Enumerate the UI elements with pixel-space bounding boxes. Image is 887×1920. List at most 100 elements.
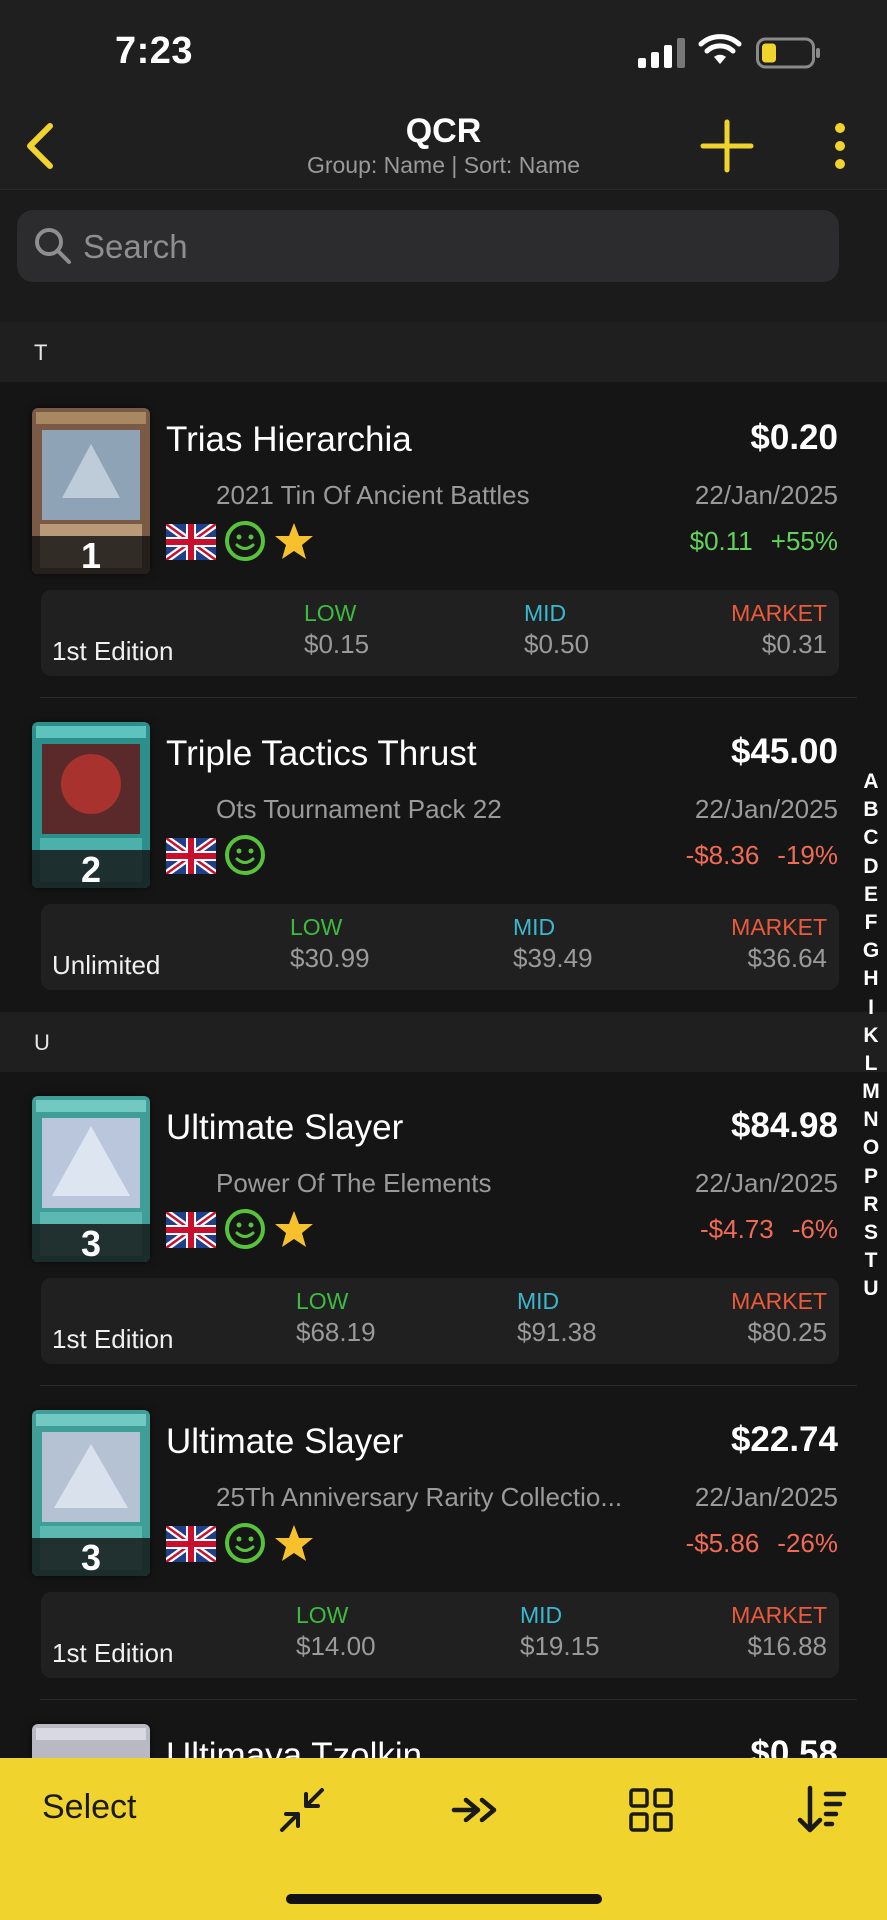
price-change-amount: $0.11 <box>689 526 753 556</box>
card-price: $84.98 <box>730 1106 838 1145</box>
index-letter[interactable]: G <box>858 939 884 967</box>
collapse-icon[interactable] <box>274 1782 330 1838</box>
card-name: Ultimate Slayer <box>166 1422 404 1461</box>
index-letter[interactable]: U <box>858 1277 884 1305</box>
market-label: MARKET <box>731 1602 827 1628</box>
low-label: LOW <box>290 914 343 940</box>
index-letter[interactable]: L <box>858 1052 884 1080</box>
mid-price: MID $91.38 <box>517 1288 597 1348</box>
price-change: $0.11 +55% <box>672 526 838 557</box>
search-area: Search <box>0 190 887 322</box>
condition-smiley-icon <box>225 1523 265 1563</box>
card-row[interactable]: 2 Triple Tactics Thrust $45.00 Ots Tourn… <box>0 698 887 1012</box>
market-value: $36.64 <box>747 943 827 973</box>
uk-flag-icon <box>166 524 216 560</box>
index-letter[interactable]: K <box>858 1024 884 1052</box>
card-set: Power Of The Elements <box>216 1168 492 1198</box>
price-change-percent: -6% <box>791 1214 838 1244</box>
uk-flag-icon <box>166 1212 216 1248</box>
price-change-percent: -19% <box>777 840 838 870</box>
index-letter[interactable]: O <box>858 1136 884 1164</box>
card-thumbnail: 1 <box>32 408 150 574</box>
quantity-badge: 1 <box>32 536 150 574</box>
section-header-t: T <box>0 322 887 382</box>
card-row[interactable]: 3 Ultimate Slayer $84.98 Power Of The El… <box>0 1072 887 1386</box>
price-change-percent: -26% <box>777 1528 838 1558</box>
bottom-toolbar: Select <box>0 1758 887 1920</box>
more-vertical-icon[interactable] <box>820 120 860 172</box>
edition-label: 1st Edition <box>52 1638 174 1668</box>
mid-price: MID $39.49 <box>513 914 593 974</box>
price-summary: Unlimited LOW $30.99 MID $39.49 MARKET $… <box>41 904 839 990</box>
wifi-icon <box>698 34 742 64</box>
market-label: MARKET <box>731 1288 827 1314</box>
market-label: MARKET <box>731 914 827 940</box>
market-value: $0.31 <box>761 629 827 659</box>
card-row[interactable]: 1 Trias Hierarchia $0.20 2021 Tin Of Anc… <box>0 384 887 698</box>
section-letter: U <box>34 1030 50 1055</box>
select-button[interactable]: Select <box>42 1788 137 1827</box>
grid-view-icon[interactable] <box>623 1782 679 1838</box>
mid-label: MID <box>517 1288 560 1314</box>
favorite-star-icon <box>275 523 313 559</box>
mid-price: MID $19.15 <box>520 1602 600 1662</box>
card-row[interactable]: 3 Ultimate Slayer $22.74 25Th Anniversar… <box>0 1386 887 1700</box>
card-date: 22/Jan/2025 <box>694 1482 838 1512</box>
favorite-star-icon <box>275 1211 313 1247</box>
search-icon <box>35 228 71 264</box>
index-letter[interactable]: D <box>858 855 884 883</box>
index-letter[interactable]: H <box>858 967 884 995</box>
low-value: $68.19 <box>296 1317 376 1347</box>
mid-price: MID $0.50 <box>524 600 589 660</box>
mid-value: $91.38 <box>517 1317 597 1347</box>
card-price: $45.00 <box>730 732 838 771</box>
index-letter[interactable]: A <box>858 770 884 798</box>
market-price: MARKET $0.31 <box>731 600 827 660</box>
index-letter[interactable]: F <box>858 911 884 939</box>
index-letter[interactable]: I <box>858 996 884 1024</box>
navigation-bar: QCR Group: Name | Sort: Name <box>0 106 887 190</box>
condition-smiley-icon <box>225 1209 265 1249</box>
index-letter[interactable]: M <box>858 1080 884 1108</box>
card-thumbnail: 3 <box>32 1410 150 1576</box>
price-change: -$4.73 -6% <box>682 1214 838 1245</box>
card-set: Ots Tournament Pack 22 <box>216 794 502 824</box>
low-price: LOW $0.15 <box>304 600 369 660</box>
index-letter[interactable]: S <box>858 1221 884 1249</box>
index-letter[interactable]: C <box>858 826 884 854</box>
index-letter[interactable]: P <box>858 1165 884 1193</box>
card-row[interactable]: Ultimaya Tzolkin $0.58 <box>0 1700 887 1760</box>
market-price: MARKET $16.88 <box>731 1602 827 1662</box>
low-label: LOW <box>304 600 357 626</box>
index-letter[interactable]: B <box>858 798 884 826</box>
add-icon[interactable] <box>700 116 754 176</box>
sort-icon[interactable] <box>794 1782 850 1838</box>
index-letter[interactable]: N <box>858 1108 884 1136</box>
alphabet-index[interactable]: ABCDEFGHIKLMNOPRSTU <box>858 770 884 1306</box>
card-thumbnail: 2 <box>32 722 150 888</box>
index-letter[interactable]: T <box>858 1249 884 1277</box>
low-value: $0.15 <box>304 629 370 659</box>
search-input[interactable]: Search <box>17 210 839 282</box>
home-indicator <box>286 1894 602 1904</box>
price-change-amount: -$8.36 <box>685 840 760 870</box>
quantity-badge: 3 <box>32 1538 150 1576</box>
uk-flag-icon <box>166 1526 216 1562</box>
index-letter[interactable]: E <box>858 883 884 911</box>
status-bar: 7:23 <box>0 0 887 106</box>
low-value: $30.99 <box>290 943 370 973</box>
low-value: $14.00 <box>296 1631 376 1661</box>
market-label: MARKET <box>731 600 827 626</box>
card-name: Trias Hierarchia <box>166 420 412 459</box>
index-letter[interactable]: R <box>858 1193 884 1221</box>
low-price: LOW $30.99 <box>290 914 370 974</box>
move-icon[interactable] <box>448 1782 504 1838</box>
mid-label: MID <box>524 600 567 626</box>
card-name: Triple Tactics Thrust <box>166 734 477 773</box>
condition-smiley-icon <box>225 521 265 561</box>
condition-smiley-icon <box>225 835 265 875</box>
price-summary: 1st Edition LOW $68.19 MID $91.38 MARKET… <box>41 1278 839 1364</box>
low-label: LOW <box>296 1288 349 1314</box>
mid-value: $39.49 <box>513 943 593 973</box>
price-change-percent: +55% <box>770 526 838 556</box>
